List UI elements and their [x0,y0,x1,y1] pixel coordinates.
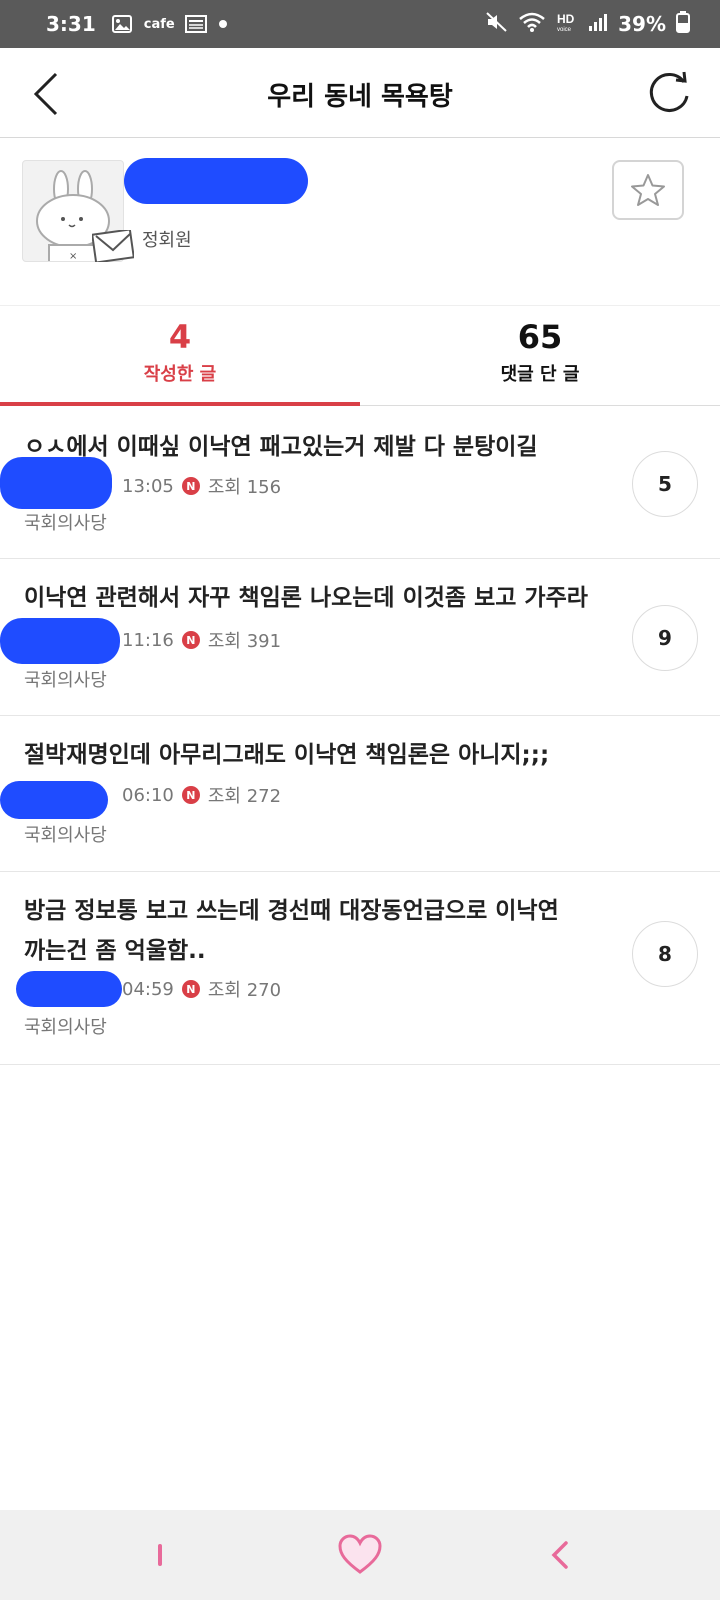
wifi-icon [518,12,546,36]
comment-count[interactable]: 5 [632,451,698,517]
redacted-author [0,781,108,819]
post-views: 조회 156 [207,477,282,498]
post-time: 04:59 [122,978,174,1000]
post-views: 조회 391 [207,631,282,652]
star-icon [631,174,665,206]
gallery-icon [111,15,132,33]
new-badge: N [181,631,200,649]
post-time: 06:10 [122,784,174,806]
tab-count: 4 [168,318,192,356]
tab-label: 작성한 글 [143,364,217,385]
board-name: 국회의사당 [24,513,107,534]
tab-count: 65 [517,318,563,356]
comment-count[interactable]: 9 [632,605,698,671]
post-meta: 06:10 N 조회 272 [122,781,281,809]
news-icon [184,15,207,33]
battery-percent: 39% [618,12,666,36]
refresh-button[interactable] [644,68,694,118]
mute-icon [486,12,508,36]
new-badge: N [181,477,200,495]
post-views: 조회 270 [207,980,282,1001]
heart-icon [338,1534,382,1574]
activity-tabs: 4 작성한 글 65 댓글 단 글 [0,306,720,406]
new-badge: N [181,786,200,804]
mail-icon[interactable] [91,228,135,264]
board-name: 국회의사당 [24,1017,107,1038]
system-navigation-bar [0,1510,720,1600]
post-title[interactable]: 이낙연 관련해서 자꾸 책임론 나오는데 이것좀 보고 가주라 [24,578,614,618]
notification-dot-icon [218,20,227,28]
redacted-author [0,618,120,664]
tab-commented-posts[interactable]: 65 댓글 단 글 [360,306,720,405]
svg-text:HD: HD [557,12,575,26]
new-badge: N [181,980,200,998]
post-time: 11:16 [122,629,174,651]
status-time: 3:31 [46,12,96,36]
tab-label: 댓글 단 글 [500,364,580,385]
battery-icon [676,11,690,37]
svg-text:×: × [69,251,77,262]
favorite-button[interactable] [612,160,684,220]
member-profile: × 정회원 [0,138,720,306]
list-item[interactable]: 이낙연 관련해서 자꾸 책임론 나오는데 이것좀 보고 가주라 11:16 N … [0,560,720,716]
hd-voice-icon: HD voice [556,11,578,37]
list-item[interactable]: 절박재명인데 아무리그래도 이낙연 책임론은 아니지;;; 06:10 N 조회… [0,717,720,872]
post-title[interactable]: 방금 정보통 보고 쓰는데 경선때 대장동언급으로 이낙연 까는건 좀 억울함.… [24,891,584,971]
top-app-bar: 우리 동네 목욕탕 [0,48,720,138]
post-time: 13:05 [122,475,174,497]
post-views: 조회 272 [207,786,282,807]
chevron-left-icon [551,1541,568,1569]
board-name: 국회의사당 [24,825,107,846]
list-item[interactable]: 방금 정보통 보고 쓰는데 경선때 대장동언급으로 이낙연 까는건 좀 억울함.… [0,873,720,1065]
cafe-app-icon: cafe [143,16,175,32]
cursor-bar-icon [158,1544,162,1566]
comment-count[interactable]: 8 [632,921,698,987]
post-title[interactable]: 절박재명인데 아무리그래도 이낙연 책임론은 아니지;;; [24,735,614,775]
redacted-author [0,457,112,509]
chevron-left-icon [33,72,58,116]
redacted-username [124,158,308,204]
refresh-icon [649,71,689,112]
system-back-button[interactable] [530,1530,590,1580]
recent-apps-button[interactable] [130,1530,190,1580]
svg-text:voice: voice [557,27,572,33]
signal-icon [588,12,608,36]
post-title[interactable]: ㅇㅅ에서 이때싶 이낙연 패고있는거 제발 다 분탕이길 [24,427,614,467]
page-title: 우리 동네 목욕탕 [267,82,453,112]
status-bar: 3:31 cafe HD voice 39% [0,0,720,48]
back-button[interactable] [26,70,66,118]
list-item[interactable]: ㅇㅅ에서 이때싶 이낙연 패고있는거 제발 다 분탕이길 13:05 N 조회 … [0,407,720,559]
post-meta: 11:16 N 조회 391 [122,626,281,654]
tab-written-posts[interactable]: 4 작성한 글 [0,306,360,406]
post-meta: 04:59 N 조회 270 [122,975,281,1003]
member-grade: 정회원 [142,230,192,251]
home-button[interactable] [330,1530,390,1580]
board-name: 국회의사당 [24,670,107,691]
post-meta: 13:05 N 조회 156 [122,472,281,500]
redacted-author [16,971,122,1007]
